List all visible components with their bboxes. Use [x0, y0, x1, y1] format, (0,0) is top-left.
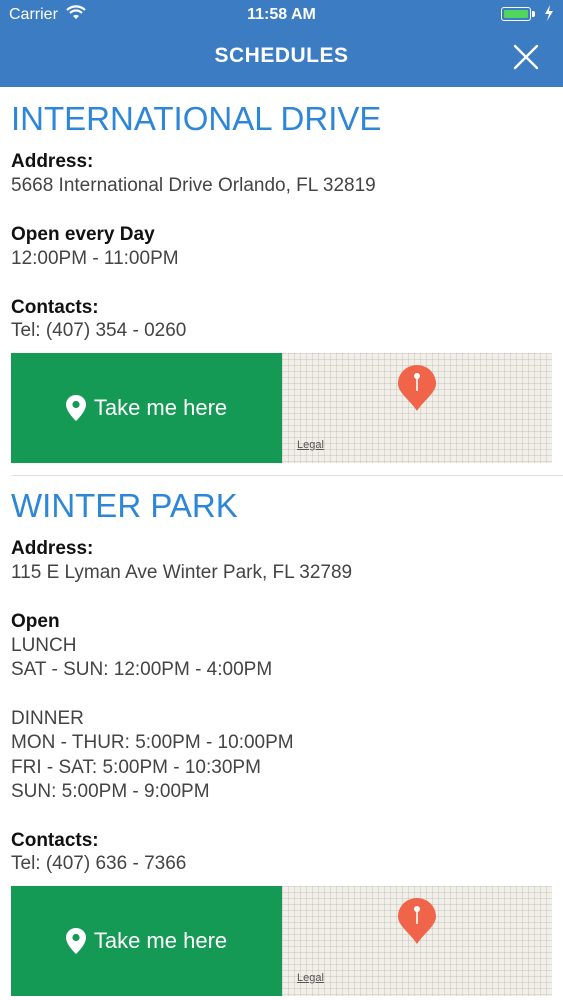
contacts-label: Contacts:	[11, 297, 99, 318]
battery-icon	[501, 7, 531, 21]
map-view[interactable]: Legal	[282, 353, 552, 463]
location-pin-icon	[65, 928, 86, 954]
map-section: Take me here Legal	[11, 353, 552, 463]
take-me-here-label: Take me here	[93, 395, 228, 420]
address-label: Address:	[11, 151, 94, 172]
section-divider	[11, 475, 563, 476]
hours-line: DINNER	[11, 708, 84, 729]
map-pin-icon[interactable]	[398, 365, 436, 411]
map-view[interactable]: Legal	[282, 886, 552, 996]
phone-value[interactable]: Tel: (407) 354 - 0260	[11, 320, 186, 342]
address-value: 5668 International Drive Orlando, FL 328…	[11, 175, 376, 196]
page-title: SCHEDULES	[214, 44, 349, 67]
location-pin-icon	[65, 395, 86, 421]
hours-line: FRI - SAT: 5:00PM - 10:30PM	[11, 757, 261, 778]
map-legal-link[interactable]: Legal	[297, 972, 324, 984]
hours-line: SUN: 5:00PM - 9:00PM	[11, 781, 210, 802]
status-bar: Carrier 11:58 AM	[0, 0, 563, 30]
contacts-label: Contacts:	[11, 830, 99, 851]
location-title-winter-park: WINTER PARK	[11, 487, 238, 524]
status-time: 11:58 AM	[247, 6, 316, 23]
hours-value: 12:00PM - 11:00PM	[11, 248, 179, 269]
address-label: Address:	[11, 538, 94, 559]
charging-bolt-icon	[544, 5, 554, 26]
hours-line: SAT - SUN: 12:00PM - 4:00PM	[11, 659, 273, 680]
map-pin-icon[interactable]	[398, 898, 436, 944]
phone-value[interactable]: Tel: (407) 636 - 7366	[11, 853, 186, 875]
hours-line: LUNCH	[11, 635, 77, 656]
map-section: Take me here Legal	[11, 886, 552, 996]
close-icon	[513, 44, 539, 70]
hours-label: Open every Day	[11, 224, 155, 245]
close-button[interactable]	[513, 44, 539, 70]
hours-label: Open	[11, 611, 60, 632]
take-me-here-label: Take me here	[93, 928, 228, 953]
take-me-here-button[interactable]: Take me here	[11, 353, 282, 463]
hours-line: MON - THUR: 5:00PM - 10:00PM	[11, 732, 294, 753]
location-title-international-drive: INTERNATIONAL DRIVE	[11, 100, 382, 137]
battery-tip	[532, 11, 535, 17]
nav-header: Carrier 11:58 AM SCHEDULES	[0, 0, 563, 87]
map-legal-link[interactable]: Legal	[297, 439, 324, 451]
address-value: 115 E Lyman Ave Winter Park, FL 32789	[11, 562, 353, 583]
take-me-here-button[interactable]: Take me here	[11, 886, 282, 996]
